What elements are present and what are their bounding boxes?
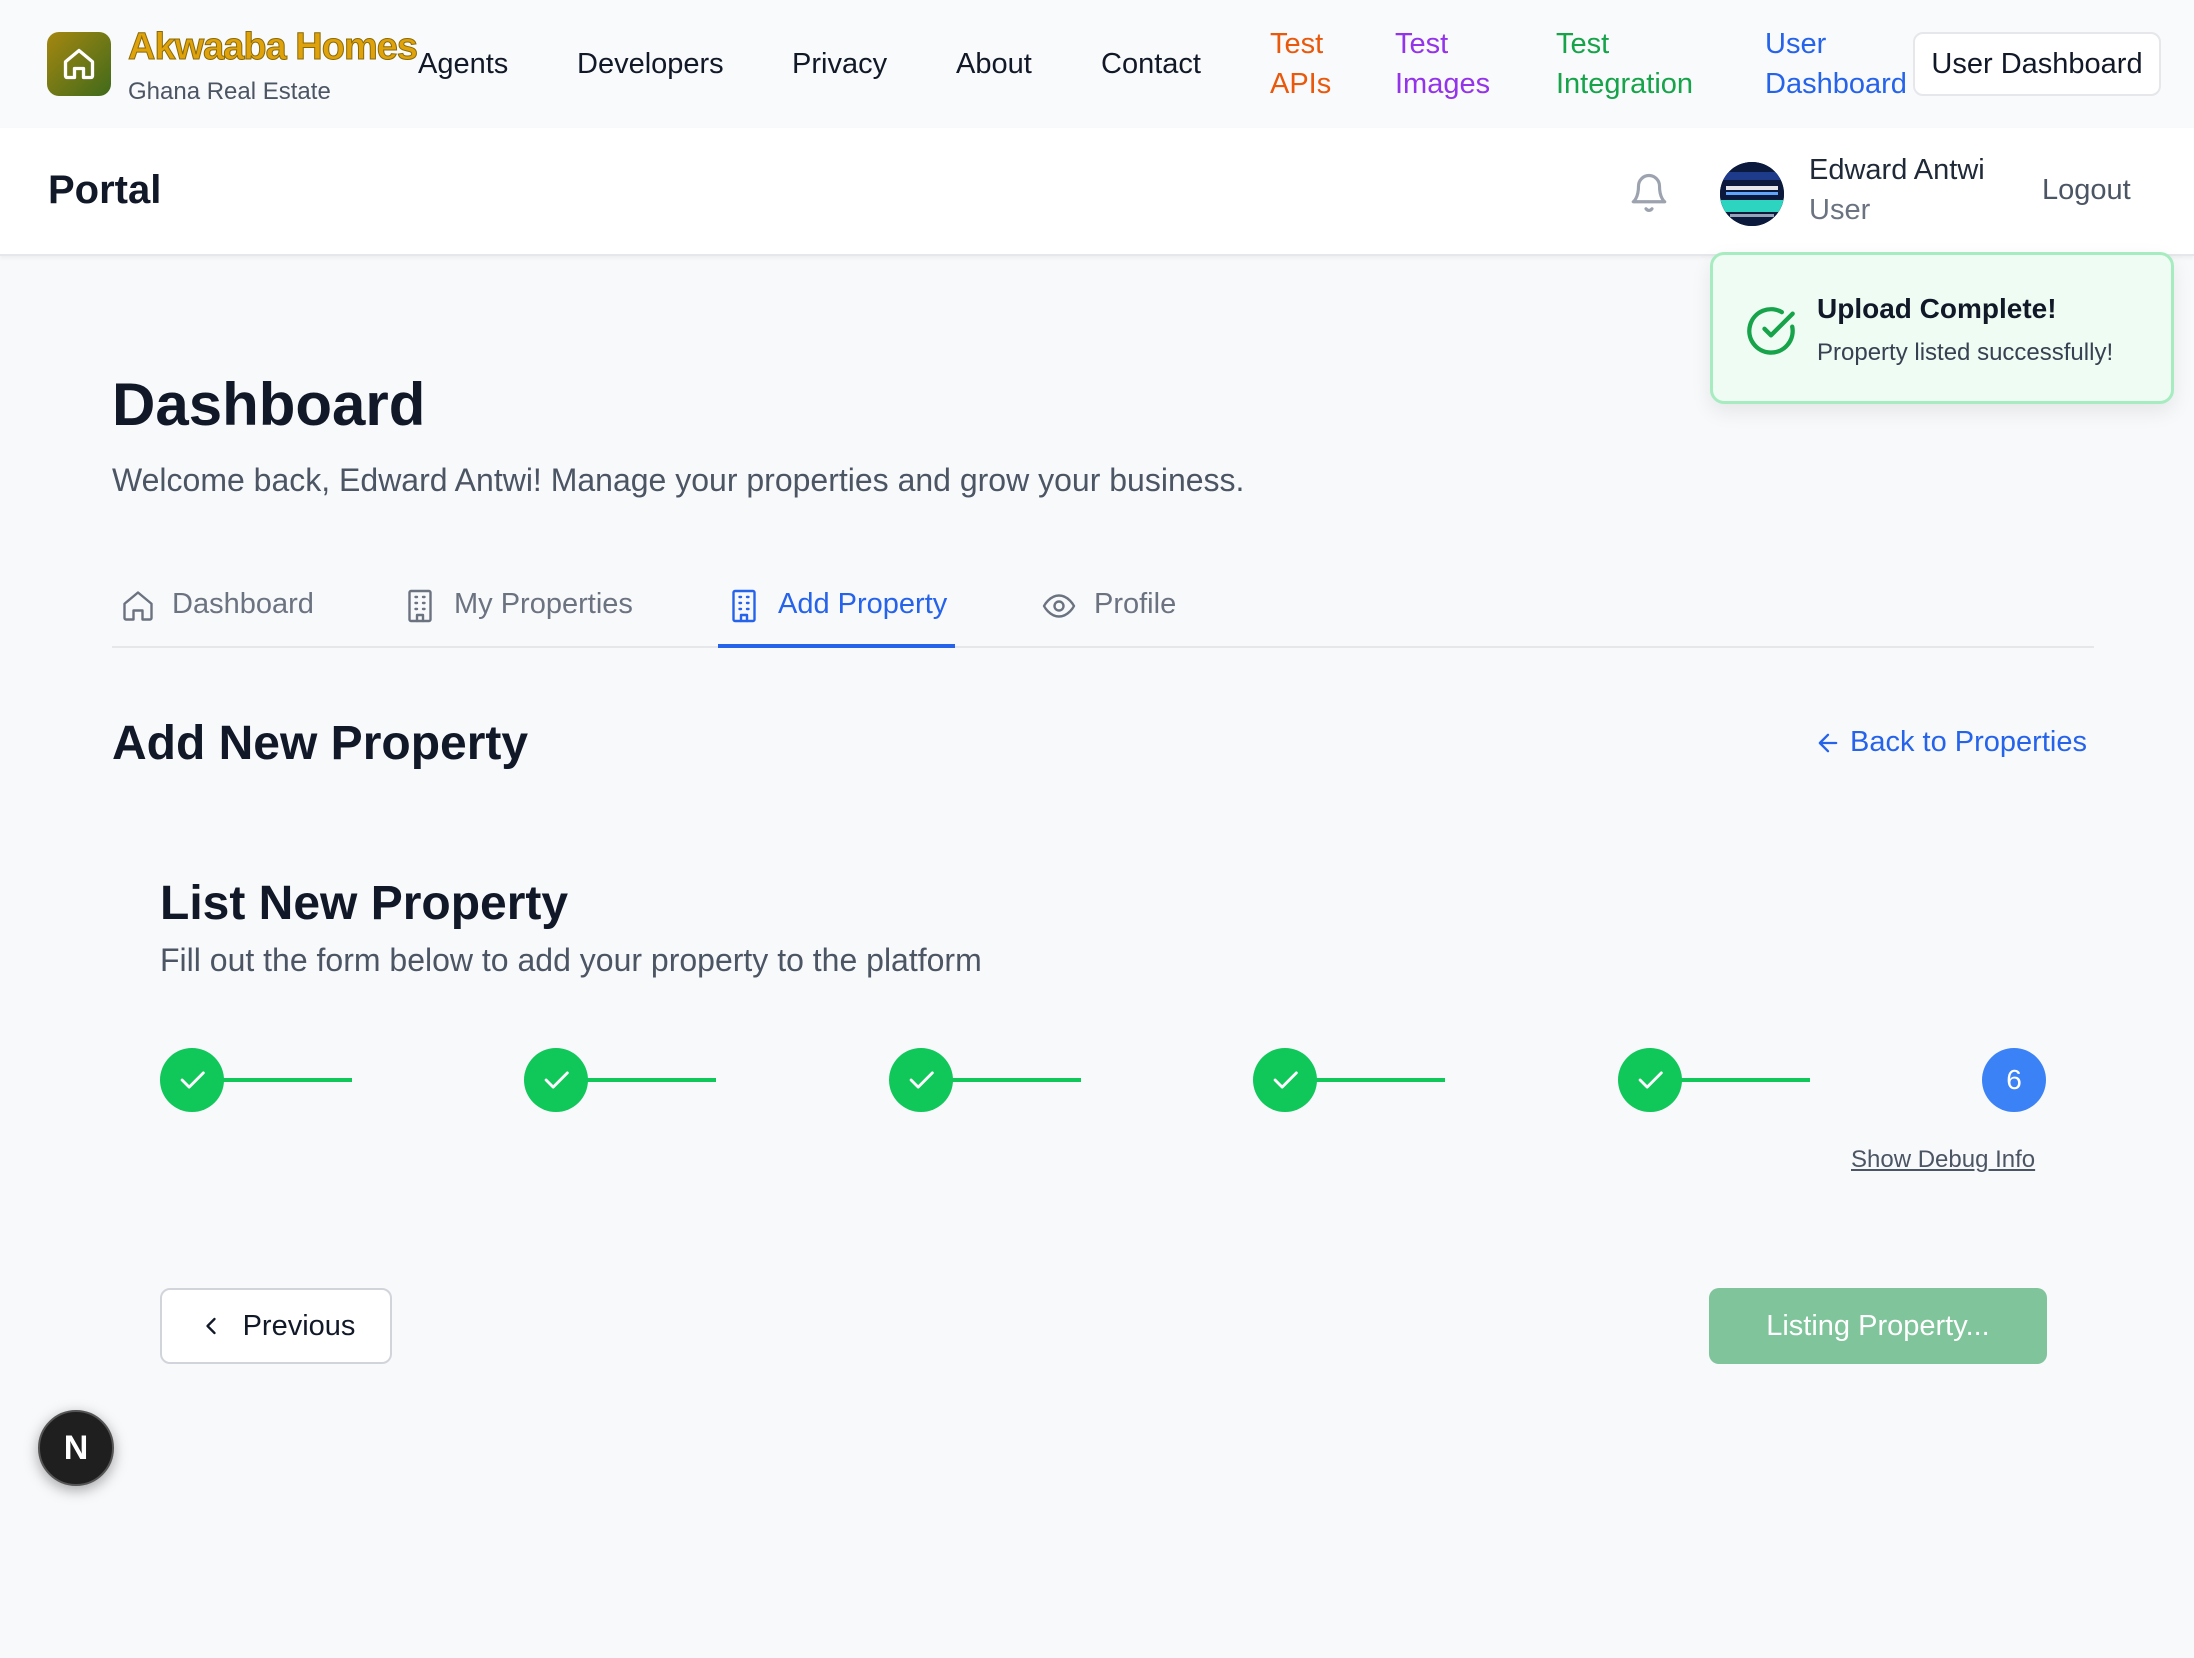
user-role: User [1809,194,1871,226]
step-1-complete [160,1048,224,1112]
check-icon [544,1071,569,1089]
building-icon [732,589,756,623]
step-connector [1680,1078,1810,1082]
bell-icon[interactable] [1628,170,1670,216]
brand-name[interactable]: Akwaaba Homes [127,26,418,69]
chevron-left-icon [205,1317,216,1335]
nav-privacy[interactable]: Privacy [792,44,887,84]
form-title: List New Property [160,877,569,930]
step-connector [222,1078,352,1082]
nav-test-apis[interactable]: Test APIs [1270,24,1331,104]
tab-add-property[interactable]: Add Property [718,580,956,648]
listing-property-button[interactable]: Listing Property... [1709,1288,2047,1364]
portal-header: Portal Edward Antwi User Logout [0,128,2194,256]
nav-agents[interactable]: Agents [418,44,508,84]
logo[interactable] [47,32,111,96]
nav-contact[interactable]: Contact [1101,44,1201,84]
step-5-complete [1618,1048,1682,1112]
check-icon [180,1071,205,1089]
brand-subtitle: Ghana Real Estate [128,78,331,105]
avatar-image [1720,162,1784,226]
step-connector [1315,1078,1445,1082]
check-icon [1638,1071,1663,1089]
show-debug-info-link[interactable]: Show Debug Info [1851,1146,2035,1174]
previous-button[interactable]: Previous [160,1288,392,1364]
upload-complete-toast: Upload Complete! Property listed success… [1710,252,2174,404]
check-icon [1273,1071,1298,1089]
step-4-complete [1253,1048,1317,1112]
form-subtitle: Fill out the form below to add your prop… [160,942,982,978]
building-icon [408,589,432,623]
step-connector [951,1078,1081,1082]
top-navigation: Akwaaba Homes Ghana Real Estate Agents D… [0,0,2194,128]
nav-developers[interactable]: Developers [577,44,724,84]
nav-about[interactable]: About [956,44,1032,84]
back-to-properties-link[interactable]: Back to Properties [1814,726,2087,759]
user-name: Edward Antwi [1809,154,1985,186]
user-dashboard-button[interactable]: User Dashboard [1913,32,2161,96]
toast-message: Property listed successfully! [1817,339,2114,366]
nav-test-images[interactable]: Test Images [1395,24,1490,104]
nav-test-integration[interactable]: Test Integration [1556,24,1693,104]
step-6-current: 6 [1982,1048,2046,1112]
avatar[interactable] [1720,162,1784,226]
eye-icon [1042,594,1076,618]
check-circle-icon [1747,307,1795,355]
step-2-complete [524,1048,588,1112]
portal-title: Portal [48,168,162,212]
tab-my-properties[interactable]: My Properties [402,580,633,648]
toast-title: Upload Complete! [1817,293,2057,324]
section-title: Add New Property [112,717,529,770]
check-icon [909,1071,934,1089]
arrow-left-icon [1818,733,1838,752]
nextjs-dev-badge[interactable]: N [38,1410,114,1486]
step-3-complete [889,1048,953,1112]
tab-profile[interactable]: Profile [1040,580,1176,648]
home-icon [63,48,95,80]
nav-user-dashboard[interactable]: User Dashboard [1765,24,1907,104]
logout-button[interactable]: Logout [2042,174,2131,207]
page-subtitle: Welcome back, Edward Antwi! Manage your … [112,462,1245,498]
tab-dashboard[interactable]: Dashboard [120,580,314,648]
home-icon [123,591,153,621]
page-title: Dashboard [112,371,426,438]
dashboard-tabs: Dashboard My Properties Add Property Pro… [112,580,2094,648]
step-connector [586,1078,716,1082]
